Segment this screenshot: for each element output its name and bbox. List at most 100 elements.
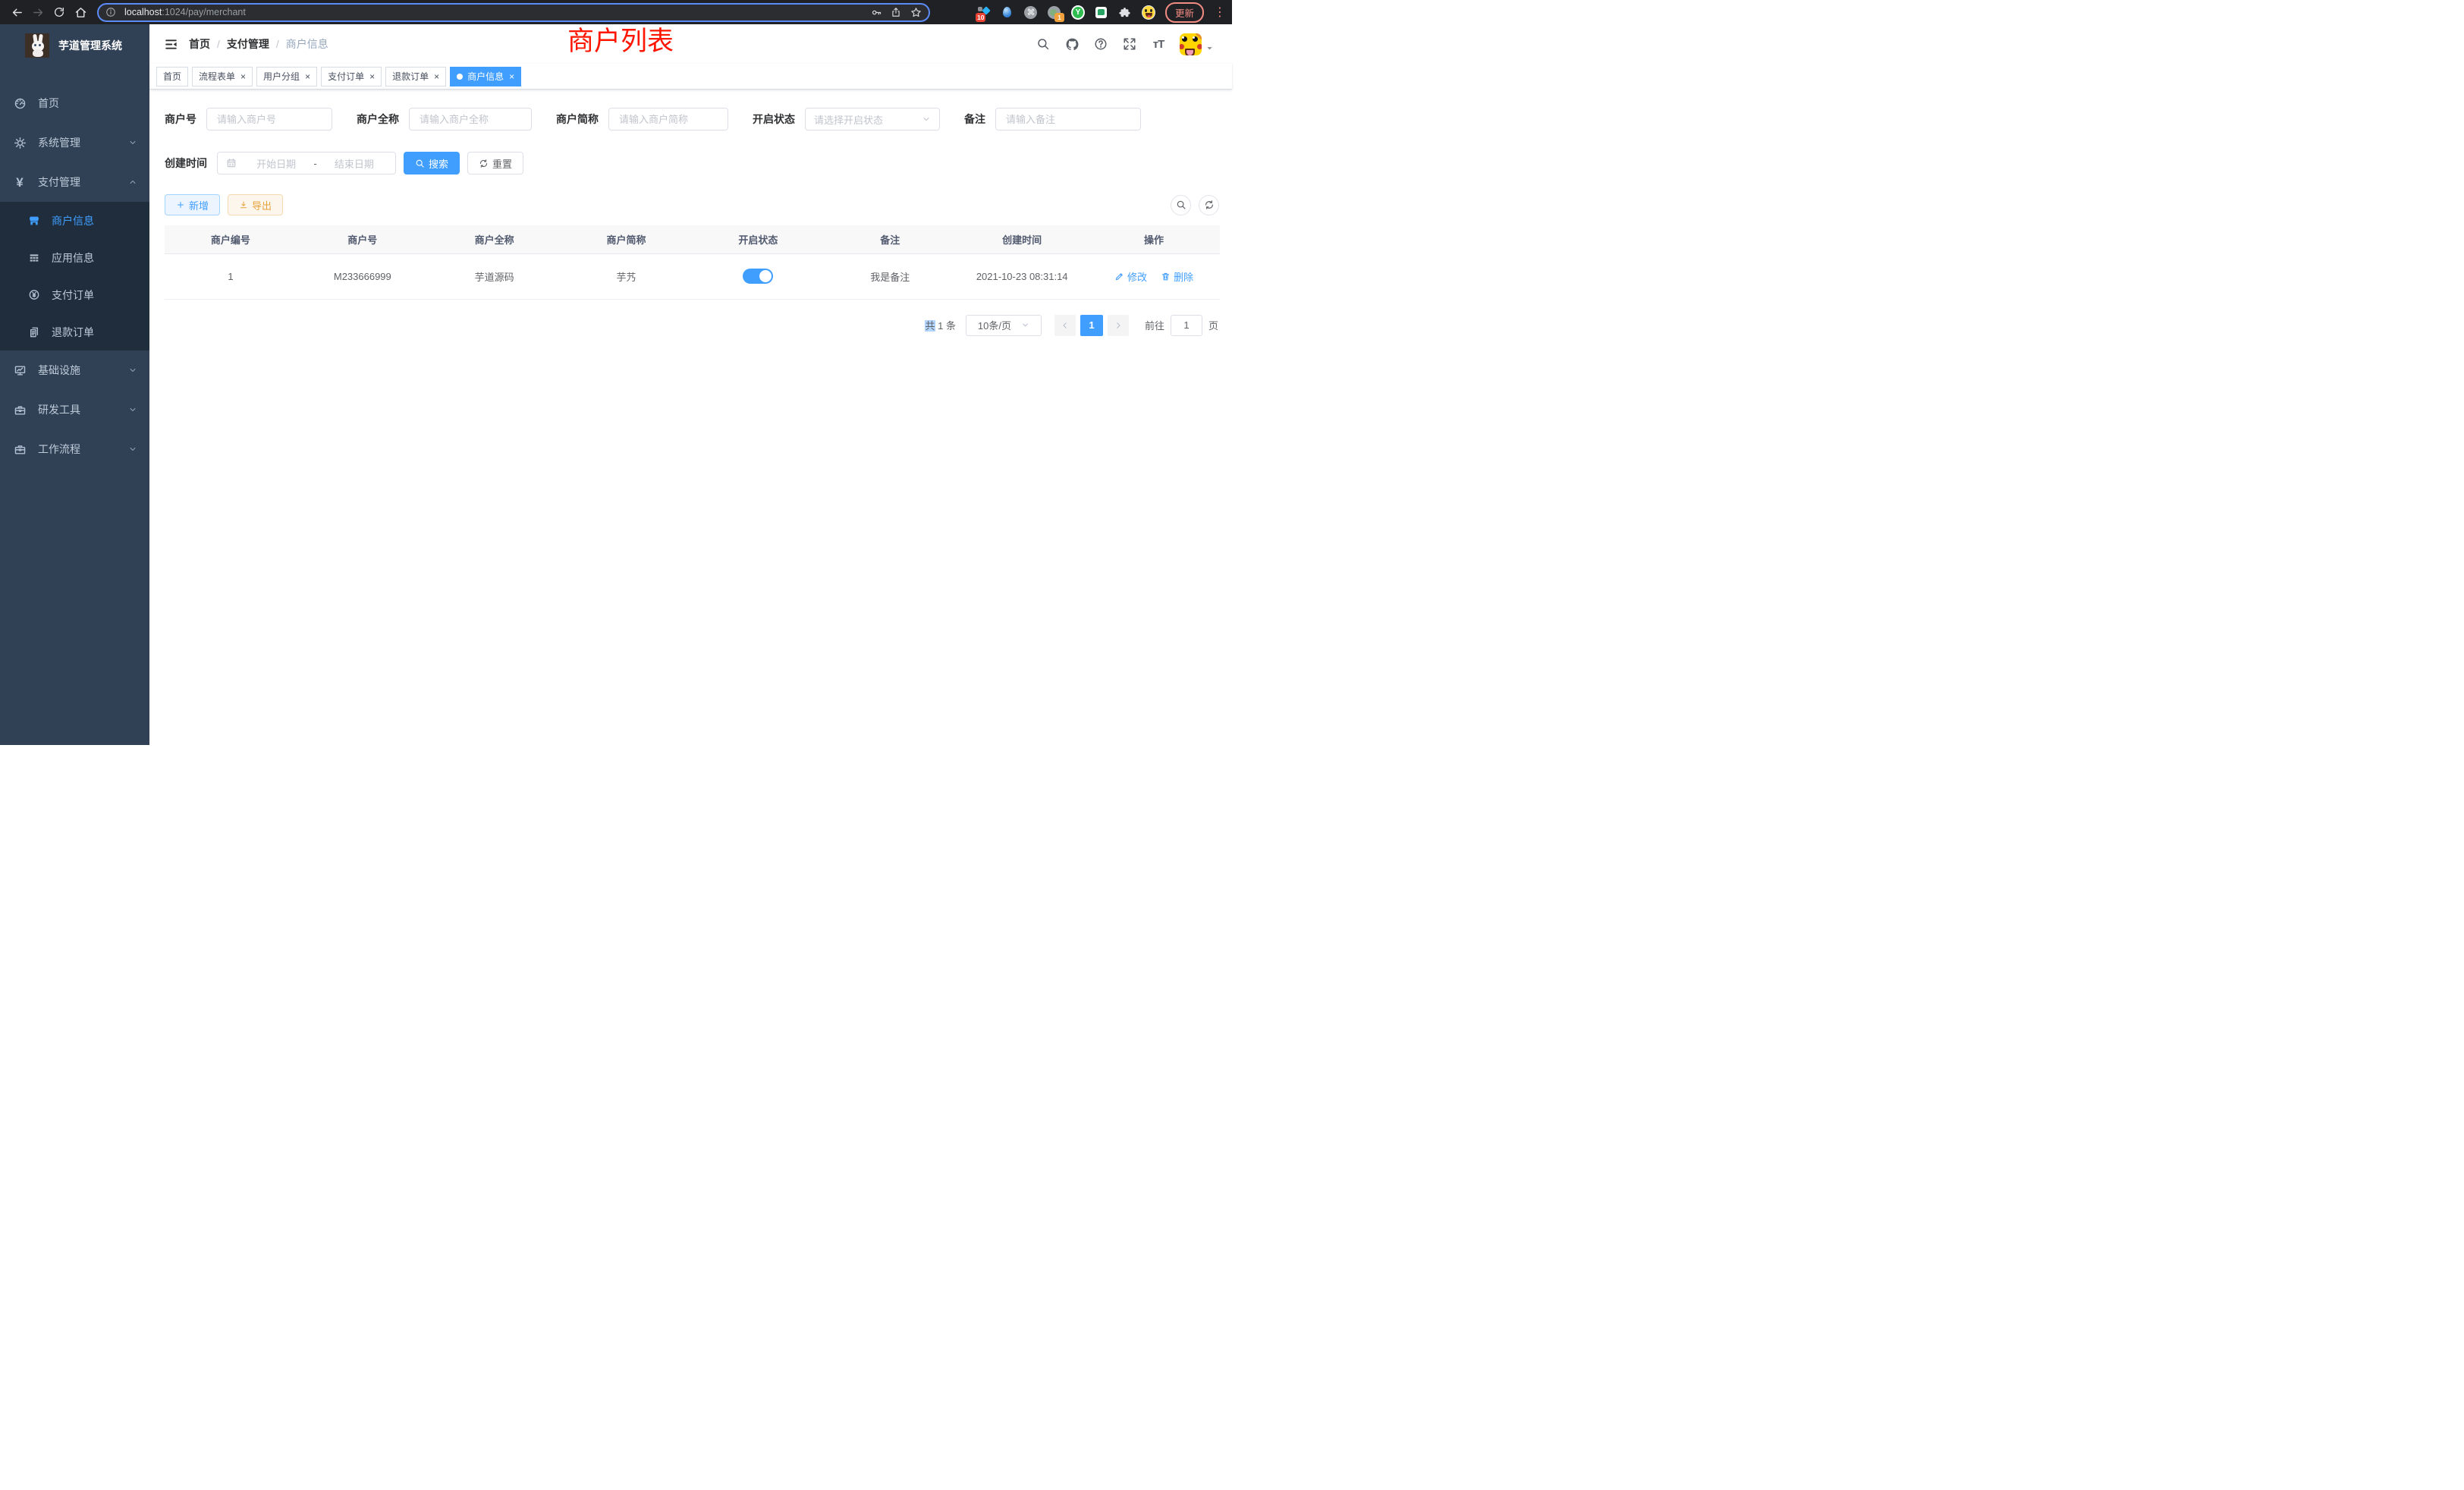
sidebar-item-refund-order[interactable]: 退款订单 (0, 313, 149, 350)
share-icon[interactable] (886, 5, 906, 20)
sidebar-logo[interactable]: 芋道管理系统 (0, 24, 149, 67)
tab-refund-order[interactable]: 退款订单× (385, 67, 446, 86)
text-size-icon[interactable]: тT (1151, 36, 1166, 52)
refresh-table-button[interactable] (1199, 195, 1219, 215)
breadcrumb-current: 商户信息 (286, 36, 328, 52)
search-button[interactable]: 搜索 (404, 152, 460, 174)
breadcrumb: 首页 / 支付管理 / 商户信息 (189, 36, 328, 52)
fullscreen-icon[interactable] (1122, 36, 1137, 52)
user-menu[interactable] (1180, 33, 1214, 55)
browser-menu-icon[interactable]: ⋮ (1214, 5, 1226, 20)
chevron-down-icon (1021, 321, 1029, 329)
add-button[interactable]: 新增 (165, 194, 220, 215)
help-icon[interactable] (1093, 36, 1108, 52)
tab-process-form[interactable]: 流程表单× (192, 67, 253, 86)
tab-pay-order[interactable]: 支付订单× (321, 67, 382, 86)
bookmark-star-icon[interactable] (906, 5, 926, 20)
table-row: 1 M233666999 芋道源码 芋艿 我是备注 2021-10-23 08:… (165, 253, 1220, 299)
extension-recorder-icon[interactable]: 1 (1048, 5, 1061, 19)
cell-remark: 我是备注 (824, 253, 956, 299)
extensions-puzzle-icon[interactable] (1118, 5, 1132, 19)
cell-status (693, 253, 825, 299)
extension-balloon-icon[interactable] (1001, 5, 1014, 19)
sidebar-item-workflow[interactable]: 工作流程 (0, 429, 149, 469)
sidebar-item-merchant-info[interactable]: 商户信息 (0, 202, 149, 239)
goto-page-input[interactable] (1171, 315, 1202, 336)
delete-link[interactable]: 删除 (1161, 269, 1193, 284)
close-icon[interactable]: × (509, 72, 514, 81)
breadcrumb-payment[interactable]: 支付管理 (227, 36, 269, 52)
extension-chat-icon[interactable] (1095, 5, 1108, 19)
edit-icon (1114, 272, 1124, 281)
sidebar-item-dev-tools[interactable]: 研发工具 (0, 390, 149, 429)
table-header-row: 商户编号 商户号 商户全称 商户简称 开启状态 备注 创建时间 操作 (165, 225, 1220, 253)
password-key-icon[interactable] (866, 5, 886, 20)
tab-user-group[interactable]: 用户分组× (256, 67, 317, 86)
toolbox-icon (13, 404, 27, 417)
gear-icon (13, 137, 27, 149)
header-search-icon[interactable] (1036, 36, 1051, 52)
merchant-table: 商户编号 商户号 商户全称 商户简称 开启状态 备注 创建时间 操作 1 M23… (165, 225, 1220, 300)
remark-label: 备注 (964, 112, 985, 127)
chevron-down-icon (128, 445, 137, 454)
close-icon[interactable]: × (369, 72, 375, 81)
browser-reload-button[interactable] (49, 2, 70, 23)
search-form-row-2: 创建时间 开始日期 - 结束日期 搜索 重置 (165, 152, 1220, 174)
chevron-up-icon (128, 178, 137, 187)
breadcrumb-home[interactable]: 首页 (189, 36, 210, 52)
site-info-icon[interactable] (102, 5, 120, 20)
tab-home[interactable]: 首页 (156, 67, 188, 86)
goto-label: 前往 (1145, 318, 1164, 332)
status-select[interactable]: 请选择开启状态 (805, 108, 940, 130)
extension-blocks-icon[interactable]: 10 (977, 5, 991, 19)
prev-page-button[interactable] (1054, 315, 1076, 336)
avatar (1180, 33, 1202, 55)
sidebar-item-pay-order[interactable]: 支付订单 (0, 276, 149, 313)
extension-emoji-icon[interactable] (1142, 5, 1155, 19)
top-navbar: 首页 / 支付管理 / 商户信息 тT (149, 24, 1232, 64)
browser-home-button[interactable] (70, 2, 91, 23)
browser-back-button[interactable] (6, 2, 27, 23)
extension-y-icon[interactable]: Y (1071, 5, 1085, 19)
calendar-icon (226, 158, 237, 168)
sidebar-item-system[interactable]: 系统管理 (0, 123, 149, 162)
store-icon (28, 215, 40, 227)
chevron-down-icon (128, 405, 137, 414)
browser-chrome: localhost:1024/pay/merchant 10 ⌘ 1 Y 更新 … (0, 0, 1232, 24)
export-button[interactable]: 导出 (228, 194, 283, 215)
close-icon[interactable]: × (240, 72, 246, 81)
sidebar-item-payment[interactable]: ¥ 支付管理 (0, 162, 149, 202)
cell-full-name: 芋道源码 (429, 253, 561, 299)
merchant-no-input[interactable] (206, 108, 332, 130)
page-number-button[interactable]: 1 (1080, 315, 1103, 336)
sidebar-collapse-icon[interactable] (157, 30, 184, 58)
status-toggle[interactable] (743, 269, 773, 284)
merchant-fullname-input[interactable] (409, 108, 532, 130)
merchant-shortname-label: 商户简称 (556, 112, 599, 127)
create-time-label: 创建时间 (165, 156, 207, 171)
remark-input[interactable] (995, 108, 1141, 130)
page-size-select[interactable]: 10条/页 (966, 315, 1042, 336)
sidebar-item-app-info[interactable]: 应用信息 (0, 239, 149, 276)
browser-update-button[interactable]: 更新 (1165, 2, 1204, 23)
sidebar-item-infrastructure[interactable]: 基础设施 (0, 350, 149, 390)
tabs-bar: 首页 流程表单× 用户分组× 支付订单× 退款订单× 商户信息× (149, 64, 1232, 90)
cell-actions: 修改 删除 (1088, 253, 1220, 299)
close-icon[interactable]: × (305, 72, 310, 81)
tab-merchant-info[interactable]: 商户信息× (450, 67, 521, 86)
browser-forward-button[interactable] (27, 2, 49, 23)
github-icon[interactable] (1064, 36, 1080, 52)
merchant-shortname-input[interactable] (608, 108, 728, 130)
toggle-search-button[interactable] (1171, 195, 1191, 215)
chevron-right-icon (1114, 321, 1123, 330)
close-icon[interactable]: × (434, 72, 439, 81)
edit-link[interactable]: 修改 (1114, 269, 1147, 284)
address-bar[interactable]: localhost:1024/pay/merchant (97, 3, 930, 22)
page-content: 商户号 商户全称 商户简称 开启状态 请选择开启状态 (149, 90, 1232, 336)
extension-command-icon[interactable]: ⌘ (1024, 5, 1038, 19)
next-page-button[interactable] (1108, 315, 1129, 336)
reset-button[interactable]: 重置 (467, 152, 523, 174)
date-range-picker[interactable]: 开始日期 - 结束日期 (217, 152, 396, 174)
dashboard-icon (13, 97, 27, 110)
sidebar-item-home[interactable]: 首页 (0, 83, 149, 123)
